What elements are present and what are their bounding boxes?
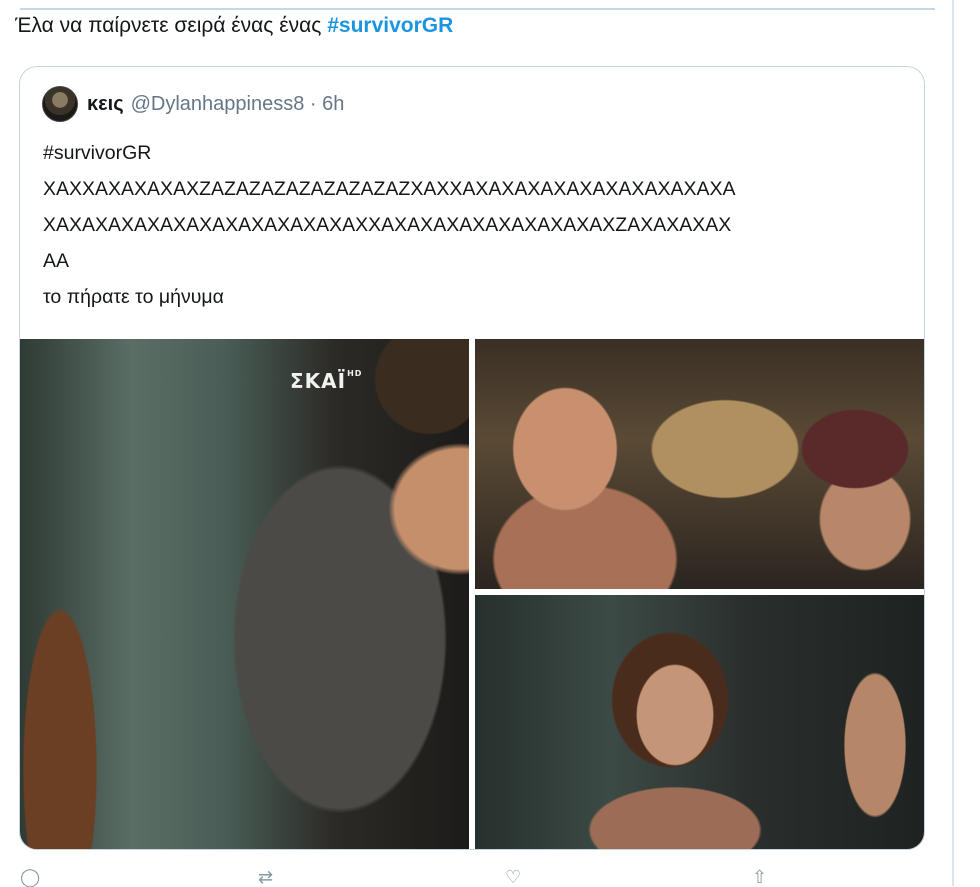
- share-icon[interactable]: ⇧: [752, 868, 767, 886]
- timeline-border: [952, 0, 954, 886]
- quoted-author-name[interactable]: κεις: [87, 93, 124, 116]
- channel-watermark: ΣΚΑΪHD: [290, 369, 363, 393]
- tweet-text: Έλα να παίρνετε σειρά ένας ένας #survivo…: [15, 11, 453, 41]
- media-image-2[interactable]: [475, 339, 924, 589]
- tweet-text-body: Έλα να παίρνετε σειρά ένας ένας: [15, 14, 328, 37]
- quoted-tweet-header: κεις @Dylanhappiness8 · 6h: [42, 86, 345, 122]
- separator-line: [20, 8, 935, 10]
- quoted-author-handle: @Dylanhappiness8 · 6h: [130, 92, 345, 115]
- quoted-line: το πήρατε το μήνυμα: [43, 286, 224, 308]
- avatar[interactable]: [42, 86, 78, 122]
- quoted-line: AA: [43, 250, 70, 272]
- media-image-1[interactable]: ΣΚΑΪHD: [20, 339, 469, 849]
- reply-icon[interactable]: ◯: [20, 868, 40, 886]
- quoted-tweet-body: #survivorGR XAXXAXAXAXAXZAZAZAZAZAZAZAZA…: [43, 135, 913, 315]
- media-image-3[interactable]: [475, 595, 924, 849]
- tweet-actions: ◯ ⇄ ♡ ⇧: [0, 868, 980, 886]
- tweet-hashtag-link[interactable]: #survivorGR: [327, 14, 453, 37]
- retweet-icon[interactable]: ⇄: [258, 868, 273, 886]
- quoted-line: XAXAXAXAXAXAXAXAXAXAXAXAXXAXAXAXAXAXAXAX…: [43, 214, 732, 236]
- quoted-tweet[interactable]: κεις @Dylanhappiness8 · 6h #survivorGR X…: [19, 66, 925, 850]
- quoted-hashtag: #survivorGR: [43, 142, 152, 164]
- like-icon[interactable]: ♡: [505, 868, 521, 886]
- quoted-line: XAXXAXAXAXAXZAZAZAZAZAZAZAZAZXAXXAXAXAXA…: [43, 178, 736, 200]
- media-grid: ΣΚΑΪHD: [20, 339, 924, 849]
